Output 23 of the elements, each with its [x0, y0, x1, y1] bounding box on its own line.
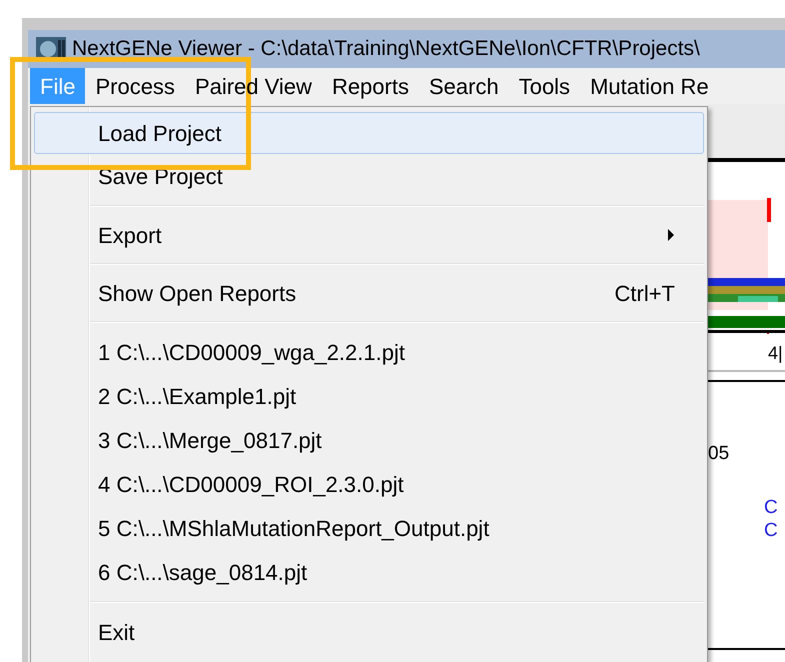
menu-bar-item[interactable]: Mutation Re [580, 68, 719, 104]
recent-project-item[interactable]: 5 C:\...\MShlaMutationReport_Output.pjt [34, 506, 704, 550]
menu-item[interactable]: Load Project [34, 112, 704, 154]
position-text: 05 [708, 444, 730, 463]
menu-item[interactable]: Save Project [34, 154, 704, 198]
menu-item[interactable]: Exit [34, 610, 704, 654]
axis-label: 4| [768, 344, 783, 362]
recent-project-item[interactable]: 6 C:\...\sage_0814.pjt [34, 550, 704, 594]
window-title: NextGENe Viewer - C:\data\Training\NextGENe\Ion\CFTR\Projects\ [72, 36, 700, 62]
recent-project-item[interactable]: 2 C:\...\Example1.pjt [34, 374, 704, 418]
menu-item[interactable]: Show Open Reports Ctrl+T [34, 272, 704, 314]
menu-bar-item[interactable]: Reports [322, 68, 419, 104]
menu-bar-item[interactable]: Process [85, 68, 185, 104]
shortcut-text: Ctrl+T [614, 280, 675, 308]
menu-item[interactable]: Export [34, 214, 704, 256]
recent-project-item[interactable]: 1 C:\...\CD00009_wga_2.2.1.pjt [34, 330, 704, 374]
recent-project-item[interactable]: 3 C:\...\Merge_0817.pjt [34, 418, 704, 462]
submenu-arrow-icon [667, 229, 675, 241]
recent-project-item[interactable]: 4 C:\...\CD00009_ROI_2.3.0.pjt [34, 462, 704, 506]
base-letter: C [764, 519, 778, 542]
menu-bar-item[interactable]: Search [418, 68, 509, 104]
base-letter: C [764, 496, 778, 519]
menu-bar-item[interactable]: Tools [508, 68, 580, 104]
